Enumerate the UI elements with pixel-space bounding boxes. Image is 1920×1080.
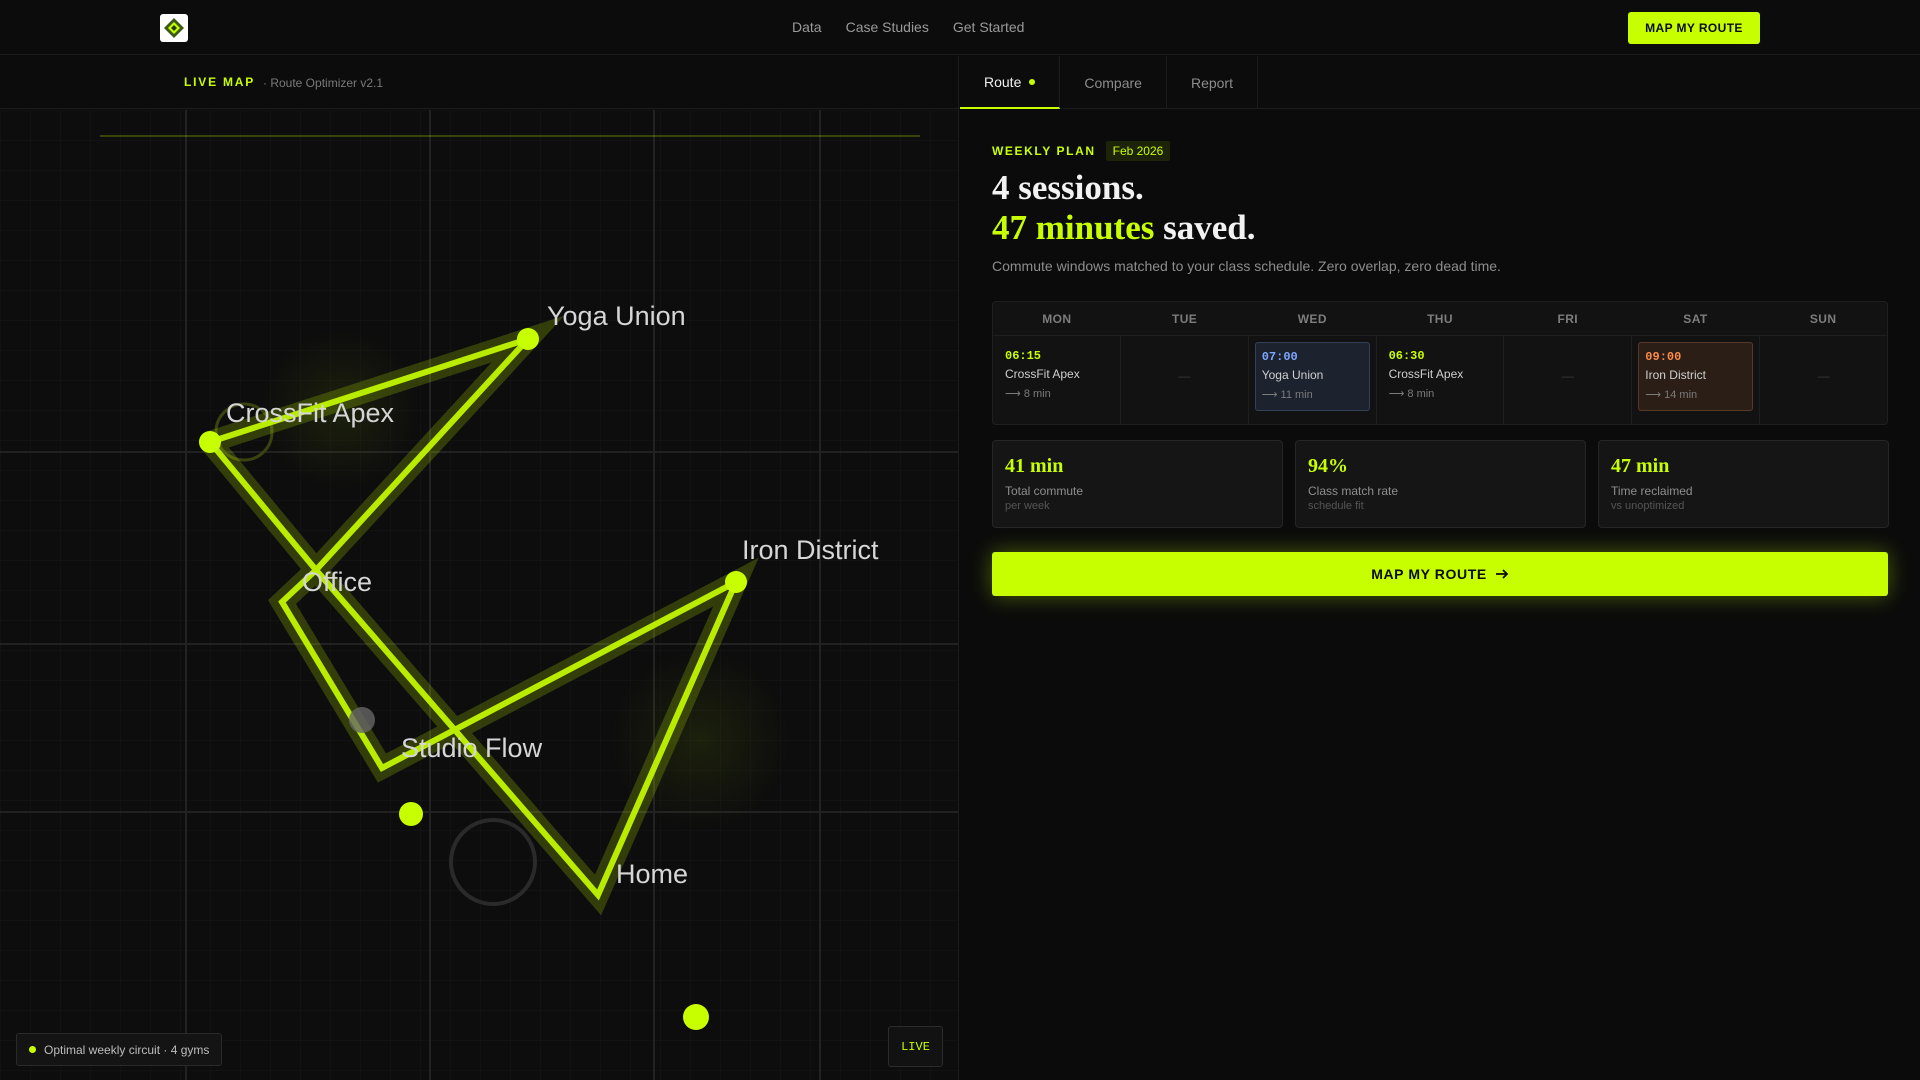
stat-value: 41 min — [1005, 455, 1064, 477]
plan-eyebrow: WEEKLY PLAN Feb 2026 — [992, 141, 1171, 161]
day-thu: THU — [1427, 312, 1453, 326]
session-gym: CrossFit Apex — [1005, 367, 1080, 381]
stat-value: 94% — [1308, 455, 1348, 477]
cta-label: MAP MY ROUTE — [1371, 566, 1487, 582]
label-iron-district: Iron District — [742, 535, 879, 565]
session-sat[interactable]: 09:00 Iron District ⟶ 14 min — [1638, 342, 1754, 411]
circuit-status-badge: Optimal weekly circuit · 4 gyms — [16, 1033, 223, 1066]
map-my-route-button[interactable]: MAP MY ROUTE — [992, 552, 1888, 596]
label-home: Home — [616, 859, 688, 889]
stat-label: Class match rate — [1308, 484, 1399, 498]
stat-card-match-rate: 94% Class match rate schedule fit — [1295, 440, 1586, 528]
stat-sublabel: per week — [1005, 500, 1050, 512]
weekly-plan-label: WEEKLY PLAN — [992, 144, 1096, 158]
map-version: · Route Optimizer v2.1 — [263, 76, 384, 90]
session-commute: ⟶ 8 min — [1388, 388, 1435, 400]
stat-label: Total commute — [1005, 484, 1084, 498]
stat-sublabel: vs unoptimized — [1611, 500, 1685, 512]
map-panel: LIVE MAP · Route Optimizer v2.1 Yoga Uni… — [0, 56, 959, 1080]
day-tue: TUE — [1171, 312, 1198, 326]
empty-slot: — — [1561, 369, 1574, 383]
plan-headline: 4 sessions. 47 minutes saved. — [992, 168, 1256, 248]
day-mon: MON — [1042, 312, 1072, 326]
schedule-cell-sat: 09:00 Iron District ⟶ 14 min — [1632, 336, 1761, 424]
schedule-cell-tue: — — [1121, 336, 1249, 424]
session-gym: Yoga Union — [1261, 368, 1324, 382]
logo[interactable] — [160, 14, 188, 42]
pin-waypoint[interactable] — [399, 802, 423, 826]
schedule-cell-thu: 06:30 CrossFit Apex ⟶ 8 min — [1377, 336, 1505, 424]
tab-compare-label: Compare — [1084, 74, 1142, 91]
day-wed: WED — [1297, 312, 1327, 326]
route-map[interactable]: Yoga Union CrossFit Apex Office Iron Dis… — [0, 110, 959, 1080]
stat-label: Time reclaimed — [1611, 484, 1693, 498]
tab-report-label: Report — [1190, 74, 1233, 91]
tab-route[interactable]: Route — [960, 56, 1061, 109]
headline-sessions: 4 sessions. — [992, 168, 1144, 207]
schedule-body: 06:15 CrossFit Apex ⟶ 8 min — 07:00 Yoga… — [993, 336, 1887, 424]
schedule-cell-wed: 07:00 Yoga Union ⟶ 11 min — [1249, 336, 1377, 424]
pin-iron-district[interactable] — [725, 571, 747, 593]
nav-data[interactable]: Data — [792, 19, 822, 35]
nav-case-studies[interactable]: Case Studies — [846, 19, 929, 35]
empty-slot: — — [1178, 369, 1191, 383]
map-panel-header: LIVE MAP · Route Optimizer v2.1 — [0, 56, 958, 109]
pin-waypoint[interactable] — [683, 1004, 709, 1030]
stat-sublabel: schedule fit — [1308, 500, 1364, 512]
plan-date-badge: Feb 2026 — [1105, 141, 1171, 161]
main-nav: Data Case Studies Get Started — [792, 19, 1024, 35]
label-studio-flow: Studio Flow — [401, 733, 543, 763]
status-dot-icon — [29, 1046, 36, 1053]
schedule-cell-sun: — — [1760, 336, 1887, 424]
stat-card-time-reclaimed: 47 min Time reclaimed vs unoptimized — [1598, 440, 1889, 528]
map-grid — [0, 110, 958, 1080]
plan-subtitle: Commute windows matched to your class sc… — [992, 258, 1501, 274]
session-time: 09:00 — [1645, 350, 1682, 364]
session-commute: ⟶ 8 min — [1005, 388, 1051, 400]
schedule-cell-mon: 06:15 CrossFit Apex ⟶ 8 min — [993, 336, 1121, 424]
weekly-schedule: MON TUE WED THU FRI SAT SUN 06:15 CrossF… — [992, 301, 1888, 425]
label-office: Office — [302, 567, 372, 597]
tab-compare[interactable]: Compare — [1060, 56, 1167, 109]
session-mon[interactable]: 06:15 CrossFit Apex ⟶ 8 min — [999, 342, 1114, 411]
tab-route-label: Route — [984, 73, 1022, 90]
day-sun: SUN — [1809, 312, 1837, 326]
view-tabs: Route Compare Report — [960, 56, 1920, 109]
pin-yoga-union[interactable] — [517, 328, 539, 350]
header-map-my-route-button[interactable]: MAP MY ROUTE — [1628, 12, 1760, 44]
pin-studio-flow[interactable] — [349, 707, 375, 733]
pin-crossfit-apex[interactable] — [199, 431, 221, 453]
session-commute: ⟶ 11 min — [1261, 389, 1313, 401]
session-gym: CrossFit Apex — [1388, 367, 1464, 381]
session-time: 06:30 — [1388, 349, 1425, 363]
stats-row: 41 min Total commute per week 94% Class … — [992, 440, 1889, 528]
active-dot-icon — [1029, 78, 1036, 85]
circuit-status-text: Optimal weekly circuit · 4 gyms — [44, 1042, 210, 1057]
empty-slot: — — [1817, 369, 1830, 383]
day-fri: FRI — [1557, 312, 1578, 326]
arrow-right-icon — [1495, 569, 1509, 579]
label-yoga-union: Yoga Union — [547, 301, 686, 331]
session-wed[interactable]: 07:00 Yoga Union ⟶ 11 min — [1254, 342, 1370, 411]
session-thu[interactable]: 06:30 CrossFit Apex ⟶ 8 min — [1383, 342, 1498, 411]
live-indicator[interactable]: LIVE — [888, 1026, 943, 1067]
session-time: 06:15 — [1005, 349, 1042, 363]
tab-report[interactable]: Report — [1167, 56, 1258, 109]
top-navbar: Data Case Studies Get Started MAP MY ROU… — [0, 0, 1920, 55]
map-title: LIVE MAP — [184, 75, 256, 89]
stat-card-total-commute: 41 min Total commute per week — [992, 440, 1283, 528]
headline-saved-text: saved. — [1154, 208, 1256, 247]
headline-minutes: 47 minutes — [992, 208, 1155, 247]
schedule-cell-fri: — — [1504, 336, 1633, 424]
session-time: 07:00 — [1261, 350, 1298, 364]
logo-icon — [164, 18, 184, 38]
headline-saved: 47 minutes saved. — [992, 208, 1256, 248]
stat-value: 47 min — [1611, 455, 1670, 477]
label-crossfit-apex: CrossFit Apex — [226, 398, 395, 428]
nav-get-started[interactable]: Get Started — [953, 19, 1025, 35]
session-commute: ⟶ 14 min — [1645, 389, 1698, 401]
schedule-header: MON TUE WED THU FRI SAT SUN — [993, 302, 1887, 336]
session-gym: Iron District — [1645, 368, 1706, 382]
day-sat: SAT — [1683, 312, 1708, 326]
